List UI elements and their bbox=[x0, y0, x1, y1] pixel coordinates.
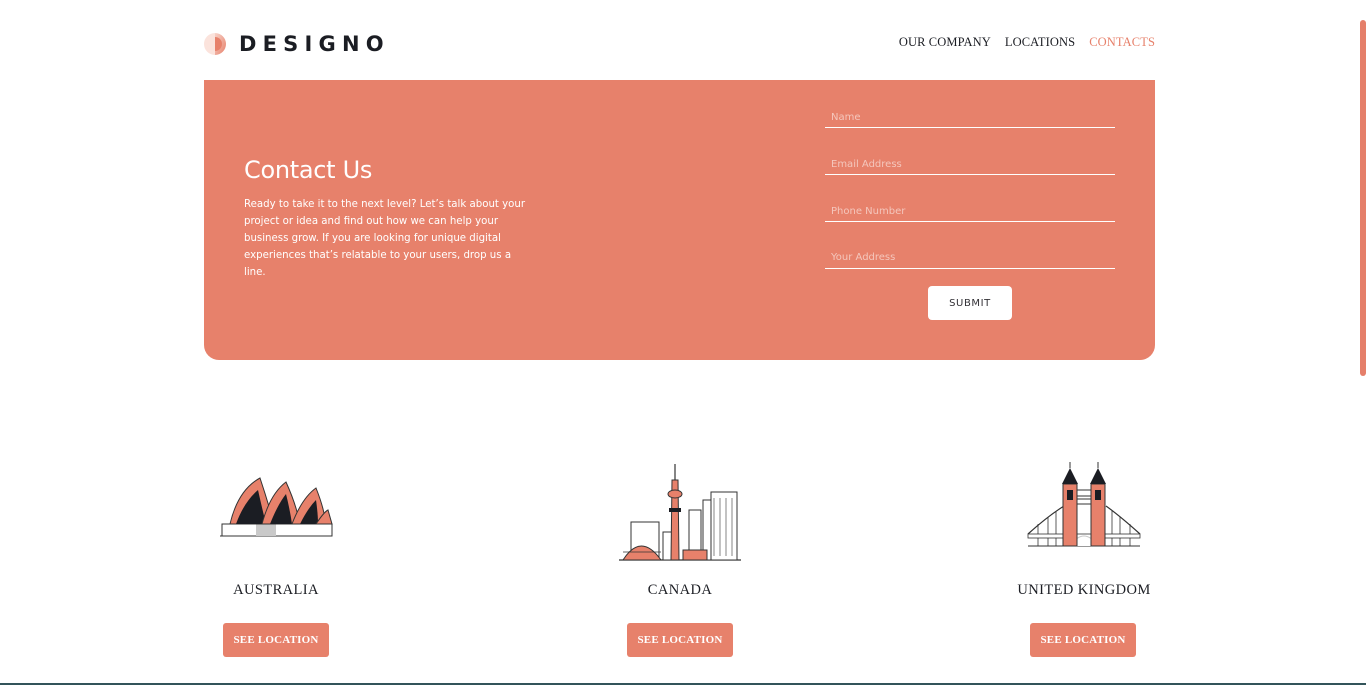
email-field-wrapper bbox=[825, 155, 1115, 202]
phone-field-wrapper bbox=[825, 202, 1115, 249]
email-input[interactable] bbox=[825, 155, 1115, 175]
contact-title: Contact Us bbox=[244, 156, 373, 184]
main-nav: OUR COMPANY LOCATIONS CONTACTS bbox=[899, 35, 1155, 50]
contact-form: SUBMIT bbox=[825, 108, 1115, 320]
designo-logo-icon bbox=[204, 33, 226, 55]
phone-input[interactable] bbox=[825, 202, 1115, 222]
location-australia: AUSTRALIA SEE LOCATION bbox=[176, 460, 376, 657]
name-input[interactable] bbox=[825, 108, 1115, 128]
brand-logo[interactable]: DESIGNO bbox=[204, 32, 390, 56]
location-united-kingdom: UNITED KINGDOM SEE LOCATION bbox=[984, 460, 1184, 657]
see-location-australia-button[interactable]: SEE LOCATION bbox=[223, 623, 329, 657]
name-field-wrapper bbox=[825, 108, 1115, 155]
nav-contacts[interactable]: CONTACTS bbox=[1089, 35, 1155, 50]
scrollbar-thumb[interactable] bbox=[1360, 20, 1366, 376]
contact-description: Ready to take it to the next level? Let’… bbox=[244, 199, 526, 278]
submit-button[interactable]: SUBMIT bbox=[928, 286, 1012, 320]
nav-our-company[interactable]: OUR COMPANY bbox=[899, 35, 991, 50]
toronto-skyline-icon bbox=[619, 464, 741, 561]
site-header: DESIGNO OUR COMPANY LOCATIONS CONTACTS bbox=[204, 28, 1155, 60]
nav-locations[interactable]: LOCATIONS bbox=[1005, 35, 1075, 50]
location-name-canada: CANADA bbox=[647, 582, 713, 598]
sydney-opera-house-icon bbox=[220, 477, 333, 537]
see-location-canada-button[interactable]: SEE LOCATION bbox=[627, 623, 733, 657]
location-canada: CANADA SEE LOCATION bbox=[580, 460, 780, 657]
location-name-united-kingdom: UNITED KINGDOM bbox=[1017, 582, 1151, 598]
brand-name: DESIGNO bbox=[239, 32, 390, 56]
see-location-united-kingdom-button[interactable]: SEE LOCATION bbox=[1030, 623, 1136, 657]
address-textarea[interactable] bbox=[825, 249, 1115, 269]
tower-bridge-icon bbox=[1027, 462, 1141, 547]
contact-card: Contact Us Ready to take it to the next … bbox=[204, 80, 1155, 360]
location-name-australia: AUSTRALIA bbox=[233, 582, 319, 598]
